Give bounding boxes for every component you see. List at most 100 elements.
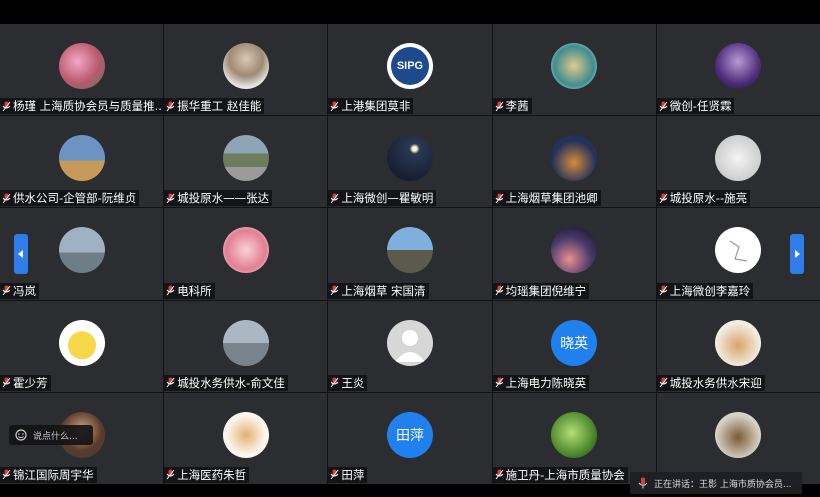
mic-muted-icon xyxy=(495,193,503,204)
participant-tile[interactable]: 田萍 田萍 xyxy=(328,392,492,484)
participant-tile[interactable] xyxy=(656,392,820,484)
participant-name-text: 上海烟草 宋国清 xyxy=(341,283,426,298)
avatar xyxy=(386,319,433,366)
mic-muted-icon xyxy=(330,469,339,480)
mic-muted-icon xyxy=(495,101,503,111)
mic-muted-icon xyxy=(330,285,339,296)
participant-tile[interactable]: 均瑶集团倪维宁 xyxy=(492,208,656,300)
participant-name-text: 上海电力陈晓英 xyxy=(505,375,587,390)
participant-name: 城投水务供水宋迎 xyxy=(656,374,765,391)
participant-name: 上港集团莫非 xyxy=(328,98,414,115)
participant-tile[interactable]: 施卫丹-上海市质量协会 xyxy=(492,392,656,484)
participant-name: 电科所 xyxy=(164,282,215,299)
avatar xyxy=(551,42,598,89)
participant-tile[interactable]: 城投水务供水宋迎 xyxy=(656,300,820,392)
avatar-initials: 晓英 xyxy=(560,335,589,352)
speaker-mic-icon xyxy=(638,477,648,489)
participant-name: 振华重工 赵佳能 xyxy=(164,98,265,115)
participant-name: 城投原水——张达 xyxy=(164,190,273,207)
participant-name: 微创-任贤霖 xyxy=(656,98,735,115)
participant-name-text: 城投原水--施亮 xyxy=(669,191,748,206)
participant-name-text: 锦江国际周宇华 xyxy=(13,467,94,482)
participant-name-text: 李茜 xyxy=(505,99,529,114)
participant-name: 供水公司-企管部-阮维贞 xyxy=(0,190,140,207)
mic-muted-icon xyxy=(330,193,339,204)
participant-tile[interactable]: 霍少芳 xyxy=(0,300,164,392)
participant-tile[interactable]: 城投水务供水-俞文佳 xyxy=(164,300,328,392)
participant-name-text: 冯岚 xyxy=(13,283,36,298)
mic-muted-icon xyxy=(659,193,668,204)
mic-muted-icon xyxy=(2,101,11,111)
avatar xyxy=(222,319,269,366)
participant-name-text: 城投原水——张达 xyxy=(177,191,270,206)
participant-tile[interactable]: 晓英上海电力陈晓英 xyxy=(492,300,656,392)
participant-name-text: 均瑶集团倪维宁 xyxy=(505,283,587,298)
participant-name-text: 杨瑾 上海质协会员与质量推... xyxy=(13,99,164,114)
participant-tile[interactable]: 上海微创—瞿敏明 xyxy=(328,116,492,208)
participant-tile[interactable]: 上海烟草 宋国清 xyxy=(328,208,492,300)
mic-muted-icon xyxy=(659,377,668,388)
participant-name: 均瑶集团倪维宁 xyxy=(492,282,590,299)
participant-name-text: 城投水务供水-俞文佳 xyxy=(177,375,285,390)
avatar xyxy=(386,135,433,182)
avatar xyxy=(551,135,598,182)
mic-muted-icon xyxy=(2,377,11,388)
mic-muted-icon xyxy=(330,377,339,388)
participant-name-text: 供水公司-企管部-阮维贞 xyxy=(13,191,137,206)
participant-tile[interactable]: 城投原水——张达 xyxy=(164,116,328,208)
avatar: SIPG xyxy=(386,42,433,89)
participant-name: 上海微创—瞿敏明 xyxy=(328,190,437,207)
participant-tile[interactable]: 城投原水--施亮 xyxy=(656,116,820,208)
participant-name: 锦江国际周宇华 xyxy=(0,466,97,483)
mic-muted-icon xyxy=(495,469,503,480)
participant-name: 田萍 xyxy=(328,466,368,483)
avatar xyxy=(715,135,762,182)
chat-input[interactable]: 说点什么... xyxy=(9,425,93,445)
mic-muted-icon xyxy=(166,101,175,111)
avatar xyxy=(715,42,762,89)
participant-name-text: 王炎 xyxy=(341,375,365,390)
participant-tile[interactable]: 杨瑾 上海质协会员与质量推... xyxy=(0,24,164,116)
mic-muted-icon xyxy=(2,193,11,204)
mic-muted-icon xyxy=(166,469,175,480)
avatar xyxy=(551,411,598,458)
participant-tile[interactable]: 王炎 xyxy=(328,300,492,392)
avatar xyxy=(58,135,105,182)
prev-page-button[interactable] xyxy=(14,234,28,274)
mic-muted-icon xyxy=(495,377,503,388)
participant-tile[interactable]: 上海医药朱哲 xyxy=(164,392,328,484)
participant-name: 施卫丹-上海市质量协会 xyxy=(492,466,628,483)
participant-name-text: 上海烟草集团池卿 xyxy=(505,191,598,206)
avatar xyxy=(386,227,433,274)
line-art-logo-icon xyxy=(730,240,748,262)
emoji-icon[interactable] xyxy=(15,429,27,441)
chevron-right-icon xyxy=(795,250,800,258)
mic-muted-icon xyxy=(2,285,11,296)
participant-name: 上海微创李嘉玲 xyxy=(656,282,754,299)
participant-name-text: 施卫丹-上海市质量协会 xyxy=(505,467,625,482)
default-user-icon xyxy=(394,329,425,362)
mic-muted-icon xyxy=(659,285,668,296)
participant-tile[interactable]: SIPG 上港集团莫非 xyxy=(328,24,492,116)
next-page-button[interactable] xyxy=(790,234,804,274)
participant-tile[interactable]: 李茜 xyxy=(492,24,656,116)
participant-name: 杨瑾 上海质协会员与质量推... xyxy=(0,98,164,115)
participant-tile[interactable]: 上海烟草集团池卿 xyxy=(492,116,656,208)
participant-tile[interactable]: 微创-任贤霖 xyxy=(656,24,820,116)
participant-tile[interactable]: 供水公司-企管部-阮维贞 xyxy=(0,116,164,208)
participant-tile[interactable]: 振华重工 赵佳能 xyxy=(164,24,328,116)
avatar xyxy=(222,42,269,89)
avatar xyxy=(715,411,762,458)
participant-name: 上海烟草 宋国清 xyxy=(328,282,429,299)
participant-name-text: 田萍 xyxy=(341,467,365,482)
avatar: 田萍 xyxy=(386,411,433,458)
chevron-left-icon xyxy=(18,250,23,258)
participant-name: 上海烟草集团池卿 xyxy=(492,190,601,207)
participant-name-text: 振华重工 赵佳能 xyxy=(177,99,262,114)
participant-name: 李茜 xyxy=(492,98,532,115)
avatar: 晓英 xyxy=(551,319,598,366)
participant-tile[interactable]: 电科所 xyxy=(164,208,328,300)
participant-name-text: 霍少芳 xyxy=(13,375,48,390)
mic-muted-icon xyxy=(2,469,11,480)
avatar-initials: 田萍 xyxy=(395,427,424,444)
